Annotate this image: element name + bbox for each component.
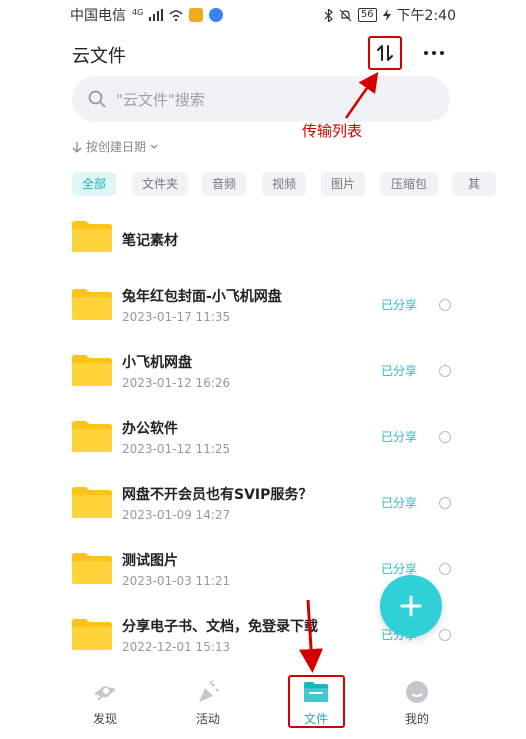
file-name: 兔年红包封面-小飞机网盘 xyxy=(122,289,282,305)
folder-icon xyxy=(72,221,112,252)
discover-icon xyxy=(94,686,116,701)
arrow-down-icon xyxy=(72,141,82,153)
search-icon xyxy=(88,90,106,108)
battery-indicator: 56 xyxy=(357,8,377,22)
filter-chip-other[interactable]: 其 xyxy=(452,172,496,196)
annotation-label: 传输列表 xyxy=(302,122,363,140)
filter-chips: 全部 文件夹 音频 视频 图片 压缩包 其 xyxy=(72,172,526,196)
network-label: 4G xyxy=(132,7,144,17)
select-radio[interactable] xyxy=(439,629,451,641)
add-button[interactable] xyxy=(380,575,442,637)
profile-face-icon xyxy=(406,681,428,703)
transfer-list-button[interactable] xyxy=(368,36,402,70)
file-row[interactable]: 办公软件 2023-01-12 11:25 已分享 xyxy=(72,410,462,466)
more-dots-icon xyxy=(424,51,428,55)
file-date: 2023-01-12 11:25 xyxy=(122,442,231,456)
file-date: 2023-01-17 11:35 xyxy=(122,310,231,324)
search-placeholder: "云文件"搜索 xyxy=(116,91,205,109)
highlight-box xyxy=(288,675,345,728)
header: 云文件 xyxy=(0,34,526,74)
select-radio[interactable] xyxy=(439,497,451,509)
tab-label: 活动 xyxy=(195,712,220,726)
file-row[interactable]: 网盘不开会员也有SVIP服务？ 2023-01-09 14:27 已分享 xyxy=(72,476,462,532)
select-radio[interactable] xyxy=(439,563,451,575)
filter-chip-image[interactable]: 图片 xyxy=(321,172,365,196)
party-popper-icon xyxy=(199,680,219,702)
shared-badge: 已分享 xyxy=(381,430,418,444)
filter-chip-video[interactable]: 视频 xyxy=(262,172,306,196)
browser-notification-icon xyxy=(209,8,224,22)
file-name: 办公软件 xyxy=(122,421,178,437)
more-button[interactable] xyxy=(420,42,448,64)
wifi-icon xyxy=(169,10,183,21)
tab-label: 我的 xyxy=(404,712,429,726)
filter-chip-archive[interactable]: 压缩包 xyxy=(380,172,438,196)
file-name: 小飞机网盘 xyxy=(122,355,192,371)
up-down-arrows-icon xyxy=(377,45,393,61)
signal-icon xyxy=(149,9,164,21)
file-date: 2022-12-01 15:13 xyxy=(122,640,231,654)
shared-badge: 已分享 xyxy=(381,364,418,378)
sort-dropdown[interactable]: 按创建日期 xyxy=(72,138,158,155)
folder-icon xyxy=(72,487,112,518)
folder-icon xyxy=(72,355,112,386)
file-row[interactable]: 笔记素材 xyxy=(72,212,462,268)
file-name: 网盘不开会员也有SVIP服务？ xyxy=(122,487,313,503)
shared-badge: 已分享 xyxy=(381,496,418,510)
folder-icon xyxy=(72,421,112,452)
clock: 下午2:40 xyxy=(396,8,456,24)
more-dot xyxy=(440,51,444,55)
plus-icon xyxy=(400,595,422,617)
shared-badge: 已分享 xyxy=(381,298,418,312)
tab-activity[interactable]: 活动 xyxy=(173,672,243,732)
search-input[interactable]: "云文件"搜索 xyxy=(72,76,450,122)
carrier-label: 中国电信 xyxy=(70,8,126,24)
app-notification-icon xyxy=(189,8,204,22)
file-name: 笔记素材 xyxy=(122,233,178,249)
select-radio[interactable] xyxy=(439,365,451,377)
file-row[interactable]: 兔年红包封面-小飞机网盘 2023-01-17 11:35 已分享 xyxy=(72,278,462,334)
page-title: 云文件 xyxy=(72,46,126,67)
tab-profile[interactable]: 我的 xyxy=(382,672,452,732)
sort-label: 按创建日期 xyxy=(86,140,147,154)
more-dot xyxy=(432,51,436,55)
file-name: 测试图片 xyxy=(122,553,178,569)
folder-icon xyxy=(72,289,112,320)
tab-discover[interactable]: 发现 xyxy=(70,672,140,732)
status-bar: 中国电信 4G 56 下午2:40 xyxy=(0,0,526,26)
file-date: 2023-01-03 11:21 xyxy=(122,574,231,588)
file-date: 2023-01-12 16:26 xyxy=(122,376,231,390)
file-name: 分享电子书、文档，免登录下载 xyxy=(122,619,318,635)
file-row[interactable]: 小飞机网盘 2023-01-12 16:26 已分享 xyxy=(72,344,462,400)
filter-chip-audio[interactable]: 音频 xyxy=(202,172,246,196)
chevron-down-icon xyxy=(150,144,158,149)
bluetooth-icon xyxy=(324,8,333,22)
tab-label: 发现 xyxy=(92,712,117,726)
select-radio[interactable] xyxy=(439,299,451,311)
file-date: 2023-01-09 14:27 xyxy=(122,508,231,522)
folder-icon xyxy=(72,619,112,650)
folder-icon xyxy=(72,553,112,584)
filter-chip-folder[interactable]: 文件夹 xyxy=(132,172,188,196)
filter-chip-all[interactable]: 全部 xyxy=(72,172,116,196)
charging-icon xyxy=(382,9,391,21)
select-radio[interactable] xyxy=(439,431,451,443)
bottom-tab-bar: 发现 活动 文件 我的 xyxy=(0,668,526,739)
mute-icon xyxy=(339,9,352,21)
